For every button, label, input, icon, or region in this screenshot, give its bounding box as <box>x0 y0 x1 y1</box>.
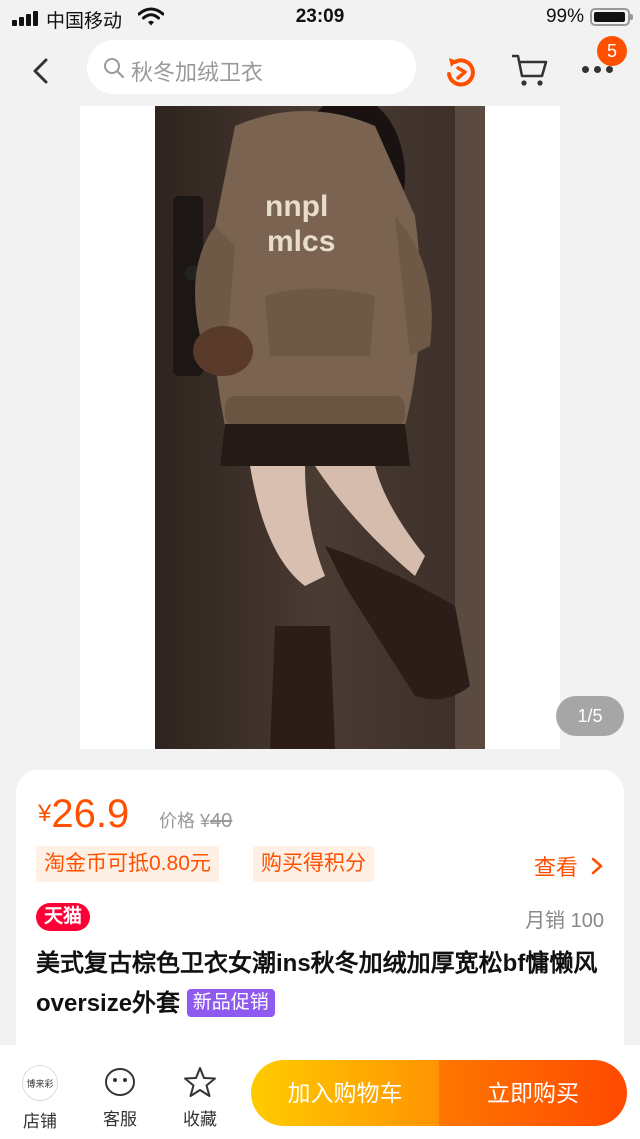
buy-now-button[interactable]: 立即购买 <box>439 1060 627 1126</box>
product-info-card: ¥26.9 价格 ¥40 淘金币可抵0.80元 购买得积分 查看 天猫 月销 1… <box>16 770 624 1070</box>
search-placeholder: 秋冬加绒卫衣 <box>131 60 264 85</box>
svg-text:nnpl: nnpl <box>265 190 328 223</box>
refresh-icon[interactable] <box>441 52 481 92</box>
tmall-badge: 天猫 <box>36 903 91 931</box>
view-offers-link[interactable]: 查看 <box>534 850 604 882</box>
svg-text:mlcs: mlcs <box>267 225 335 258</box>
product-title-text: 美式复古棕色卫衣女潮ins秋冬加绒加厚宽松bf慵懒风oversize外套 <box>36 950 598 1017</box>
image-counter: 1/5 <box>556 696 624 736</box>
view-label: 查看 <box>533 855 578 880</box>
coin-discount-tag[interactable]: 淘金币可抵0.80元 <box>36 846 219 882</box>
service-label: 客服 <box>103 1110 137 1129</box>
chat-face-icon <box>105 1068 135 1096</box>
original-price: 价格 ¥40 <box>159 807 232 833</box>
product-title: 美式复古棕色卫衣女潮ins秋冬加绒加厚宽松bf慵懒风oversize外套 新品促… <box>36 944 608 1024</box>
status-bar: 中国移动 23:09 99% <box>0 0 640 36</box>
chevron-right-icon <box>591 857 603 875</box>
points-tag[interactable]: 购买得积分 <box>253 846 374 882</box>
price-currency: ¥ <box>38 800 52 827</box>
current-price: ¥26.9 <box>38 792 129 837</box>
product-photo-illustration: nnpl mlcs <box>155 106 485 749</box>
customer-service-button[interactable]: 客服 <box>90 1065 150 1130</box>
original-price-label: 价格 <box>159 811 195 831</box>
promo-tag: 新品促销 <box>186 989 275 1017</box>
product-photo[interactable]: nnpl mlcs <box>155 106 485 749</box>
clock: 23:09 <box>295 6 345 27</box>
product-gallery[interactable]: nnpl mlcs 1/5 <box>0 106 640 749</box>
search-icon <box>104 58 124 78</box>
top-nav: 秋冬加绒卫衣 5 <box>0 36 640 106</box>
shop-label: 店铺 <box>23 1112 57 1131</box>
price-value: 26.9 <box>51 792 130 836</box>
cart-count-badge: 5 <box>597 36 627 66</box>
monthly-sales: 月销 100 <box>525 910 604 932</box>
battery-percent: 99% <box>545 6 584 27</box>
bottom-action-bar: 博来彩 店铺 客服 收藏 加入购物车 立即购买 <box>0 1045 640 1139</box>
search-bar[interactable]: 秋冬加绒卫衣 <box>87 40 416 94</box>
favorite-button[interactable]: 收藏 <box>170 1065 230 1130</box>
cart-icon[interactable] <box>510 52 550 88</box>
shop-logo: 博来彩 <box>22 1065 58 1101</box>
battery-icon <box>590 8 633 26</box>
favorite-label: 收藏 <box>183 1110 217 1129</box>
original-price-value: 40 <box>210 810 233 832</box>
add-to-cart-button[interactable]: 加入购物车 <box>251 1060 439 1126</box>
shop-button[interactable]: 博来彩 店铺 <box>10 1065 70 1132</box>
back-icon[interactable] <box>26 56 56 86</box>
original-price-currency: ¥ <box>200 811 211 831</box>
star-icon <box>184 1067 216 1097</box>
